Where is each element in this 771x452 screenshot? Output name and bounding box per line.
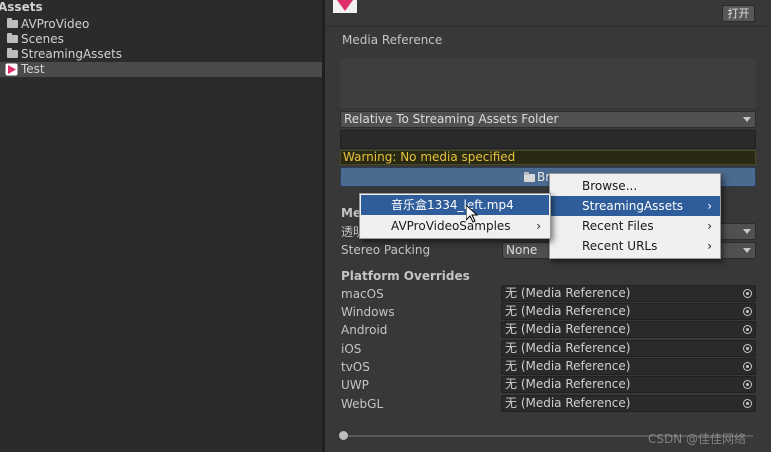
streamingassets-submenu: 音乐盒1334_left.mp4 AVProVideoSamples › (359, 193, 551, 239)
platform-field-tvos[interactable]: 无 (Media Reference) (501, 358, 756, 375)
assets-root[interactable]: Assets (0, 0, 322, 15)
assets-root-label: Assets (0, 0, 43, 14)
separator (325, 26, 771, 27)
object-picker-icon[interactable] (743, 362, 752, 371)
stereo-packing-value: None (506, 243, 538, 257)
tree-item-label: Test (21, 62, 45, 76)
menu-item-label: Browse... (582, 179, 638, 193)
menu-item-avprovideosamples[interactable]: AVProVideoSamples › (361, 216, 549, 236)
platform-label-tvos: tvOS (341, 360, 370, 374)
warning-text: Warning: No media specified (343, 150, 516, 164)
tree-item-avprovideo[interactable]: AVProVideo (0, 17, 322, 32)
tree-item-label: AVProVideo (21, 17, 90, 31)
browse-context-menu: Browse... StreamingAssets › Recent Files… (549, 173, 721, 259)
folder-icon (7, 48, 18, 58)
platform-label-macos: macOS (341, 287, 384, 301)
tree-item-test[interactable]: Test (0, 62, 322, 77)
media-reference-label: Media Reference (342, 33, 443, 47)
platform-field-windows[interactable]: 无 (Media Reference) (501, 303, 756, 320)
transparency-dropdown[interactable] (720, 223, 756, 240)
folder-icon (524, 172, 535, 182)
object-picker-icon[interactable] (743, 399, 752, 408)
platform-field-uwp[interactable]: 无 (Media Reference) (501, 376, 756, 393)
menu-item-label: Recent URLs (582, 239, 658, 253)
menu-item-label: 音乐盒1334_left.mp4 (391, 198, 514, 212)
menu-item-label: Recent Files (582, 219, 654, 233)
platform-label-windows: Windows (341, 305, 395, 319)
path-mode-dropdown[interactable]: Relative To Streaming Assets Folder (340, 111, 756, 128)
folder-icon (7, 18, 18, 28)
object-picker-icon[interactable] (743, 380, 752, 389)
media-preview-area (340, 58, 756, 108)
menu-item-recent-urls[interactable]: Recent URLs › (550, 236, 720, 256)
tree-item-label: StreamingAssets (21, 47, 123, 61)
tree-item-streamingassets[interactable]: StreamingAssets (0, 47, 322, 62)
tree-item-label: Scenes (21, 32, 64, 46)
media-path-input[interactable] (340, 130, 756, 149)
folder-icon (7, 33, 18, 43)
tree-item-scenes[interactable]: Scenes (0, 32, 322, 47)
dropdown-arrow-icon (743, 229, 751, 234)
submenu-arrow-icon: › (536, 219, 541, 233)
platform-field-value: 无 (Media Reference) (505, 286, 631, 300)
menu-item-label: AVProVideoSamples (391, 219, 511, 233)
object-picker-icon[interactable] (743, 289, 752, 298)
platform-label-webgl: WebGL (341, 397, 384, 411)
menu-item-label: StreamingAssets (582, 199, 684, 213)
avpro-media-icon (5, 63, 18, 76)
platform-field-value: 无 (Media Reference) (505, 396, 631, 410)
timeline-slider-handle[interactable] (339, 431, 348, 440)
platform-field-value: 无 (Media Reference) (505, 359, 631, 373)
platform-field-macos[interactable]: 无 (Media Reference) (501, 285, 756, 302)
platform-overrides-header: Platform Overrides (341, 269, 470, 283)
platform-field-android[interactable]: 无 (Media Reference) (501, 321, 756, 338)
platform-label-android: Android (341, 323, 388, 337)
path-mode-value: Relative To Streaming Assets Folder (344, 112, 559, 126)
warning-box: Warning: No media specified (340, 150, 756, 165)
platform-label-ios: iOS (341, 342, 362, 356)
menu-item-video-file[interactable]: 音乐盒1334_left.mp4 (361, 195, 549, 215)
project-panel: Assets AVProVideo Scenes StreamingAssets… (0, 0, 322, 452)
open-button[interactable]: 打开 (722, 5, 755, 22)
submenu-arrow-icon: › (707, 219, 712, 233)
watermark-text: CSDN @佳佳网络 (648, 432, 747, 446)
platform-label-uwp: UWP (341, 378, 369, 392)
platform-field-value: 无 (Media Reference) (505, 377, 631, 391)
object-picker-icon[interactable] (743, 307, 752, 316)
object-picker-icon[interactable] (743, 344, 752, 353)
platform-field-ios[interactable]: 无 (Media Reference) (501, 340, 756, 357)
platform-field-value: 无 (Media Reference) (505, 322, 631, 336)
menu-item-recent-files[interactable]: Recent Files › (550, 216, 720, 236)
platform-field-webgl[interactable]: 无 (Media Reference) (501, 395, 756, 412)
platform-field-value: 无 (Media Reference) (505, 304, 631, 318)
submenu-arrow-icon: › (707, 199, 712, 213)
dropdown-arrow-icon (743, 117, 751, 122)
media-thumbnail-icon (333, 0, 357, 13)
stereo-packing-label: Stereo Packing (341, 243, 431, 257)
mouse-cursor-icon (466, 205, 478, 223)
submenu-arrow-icon: › (707, 239, 712, 253)
menu-item-streamingassets[interactable]: StreamingAssets › (550, 196, 720, 216)
menu-item-browse[interactable]: Browse... (550, 176, 720, 196)
platform-field-value: 无 (Media Reference) (505, 341, 631, 355)
object-picker-icon[interactable] (743, 325, 752, 334)
dropdown-arrow-icon (743, 248, 751, 253)
